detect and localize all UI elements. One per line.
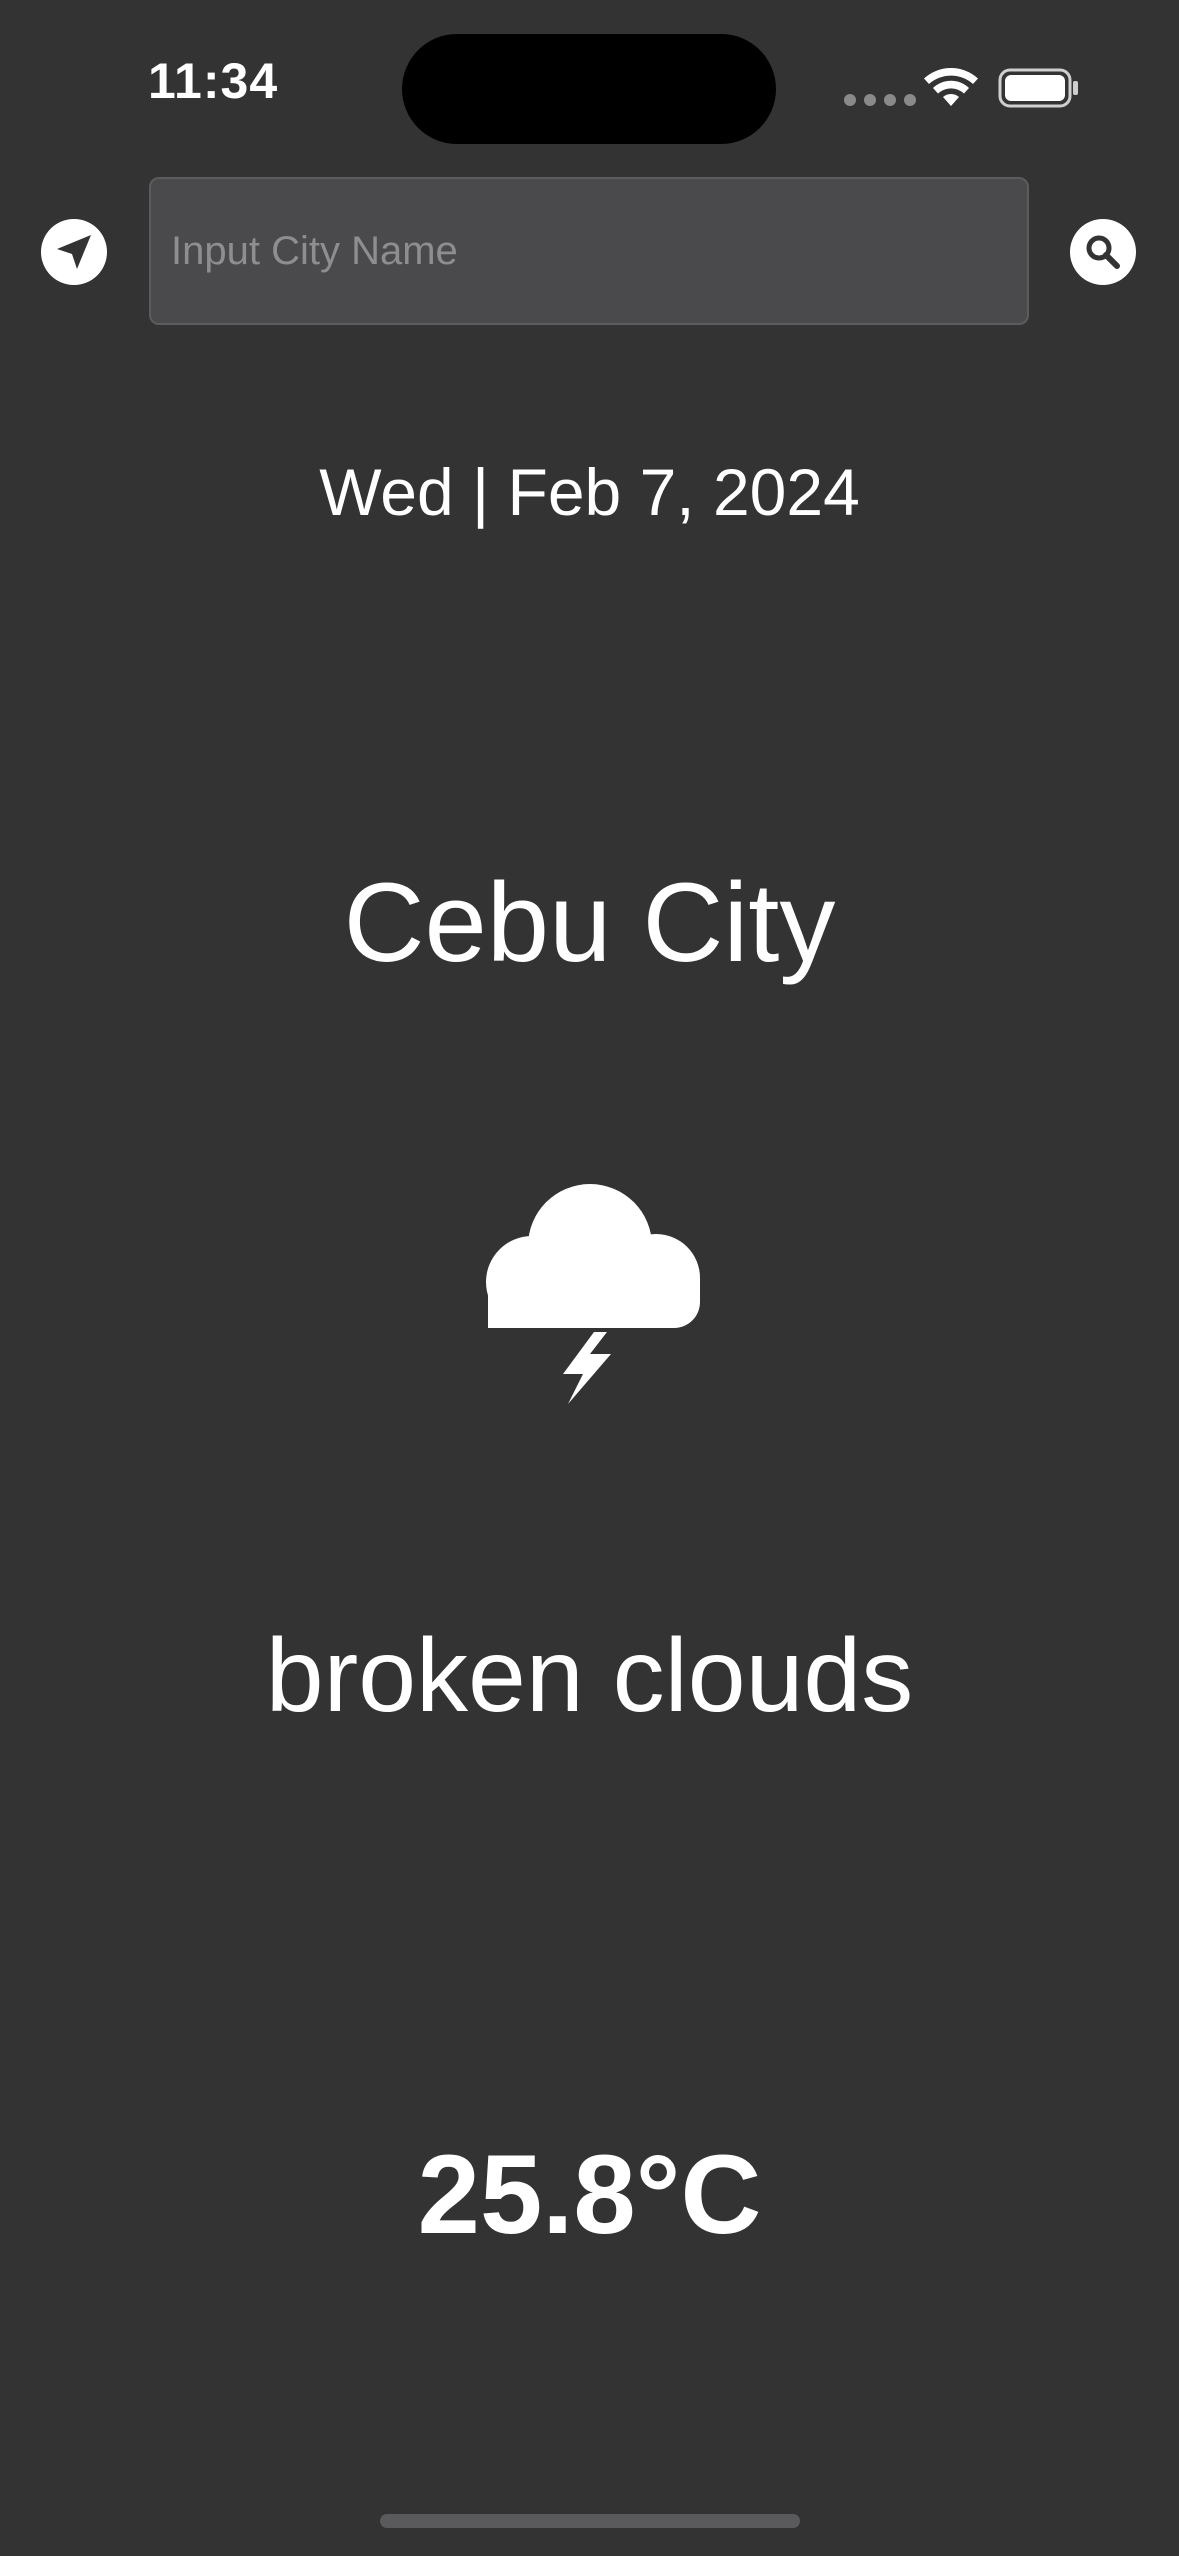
home-indicator[interactable] — [380, 2514, 800, 2528]
date-label: Wed | Feb 7, 2024 — [319, 455, 860, 529]
city-search-input[interactable] — [149, 177, 1029, 325]
location-arrow-icon — [57, 235, 91, 269]
magnifying-glass-icon — [1086, 235, 1120, 269]
search-button[interactable] — [1070, 219, 1136, 285]
cellular-signal-icon — [844, 94, 916, 106]
temperature-value: 25.8°C — [417, 2132, 762, 2257]
weather-screen: 11:34 Wed | Feb 7, 2024 Cebu City — [0, 0, 1179, 2556]
status-time: 11:34 — [148, 53, 279, 109]
weather-description: broken clouds — [265, 1618, 914, 1734]
wifi-icon — [924, 68, 978, 106]
current-location-button[interactable] — [41, 219, 107, 285]
cloud-bolt-icon — [486, 1184, 700, 1404]
dynamic-island — [402, 34, 776, 144]
city-name: Cebu City — [343, 860, 836, 985]
battery-icon — [998, 68, 1078, 108]
